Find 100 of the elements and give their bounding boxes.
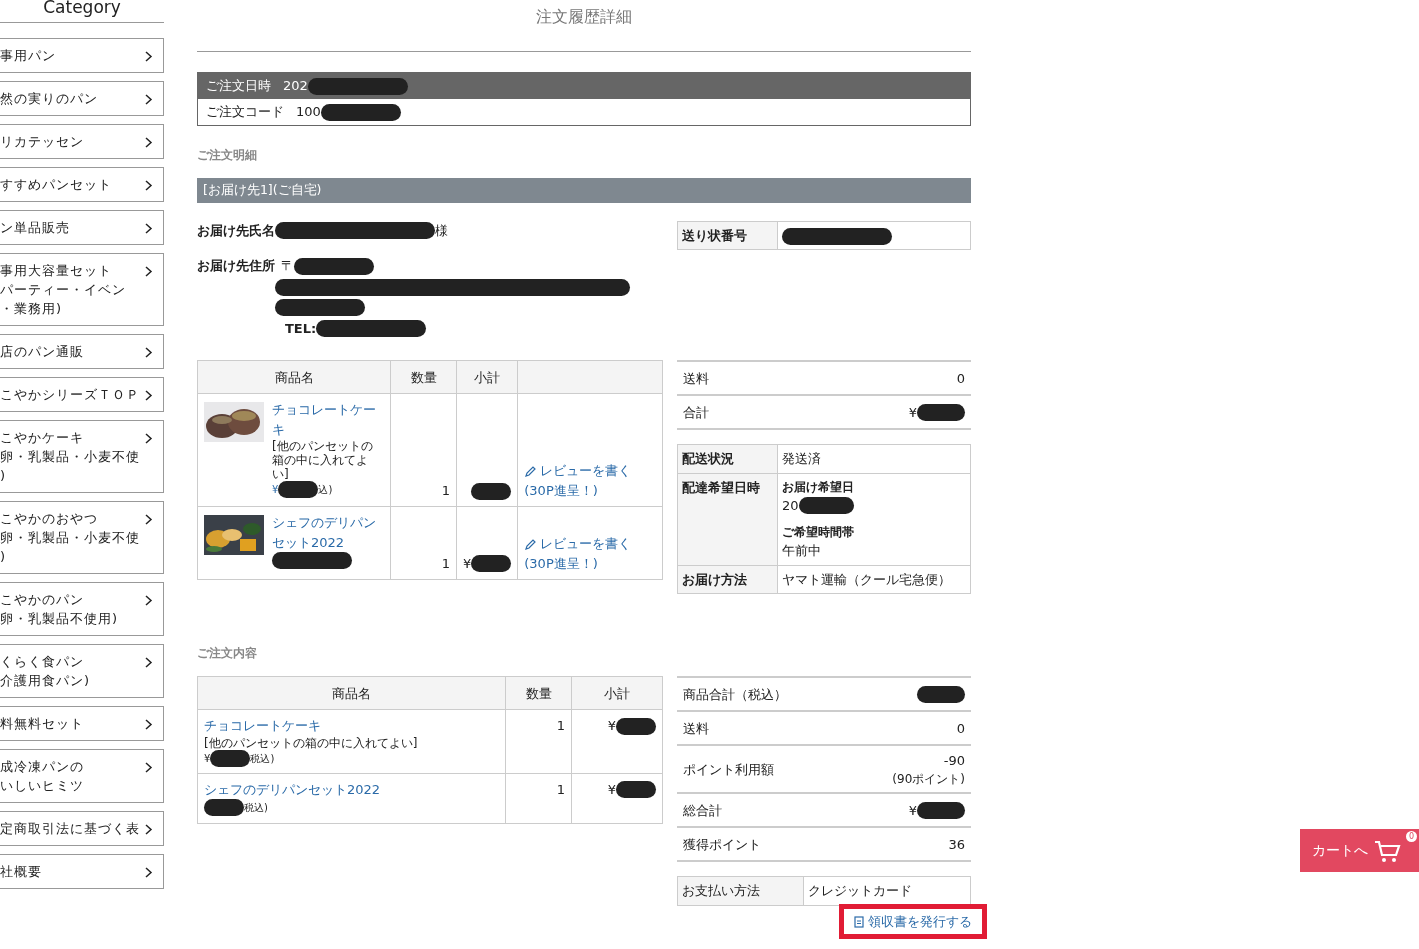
summary-label: 送料 [683,369,709,388]
field-label: お届け方法 [677,565,778,594]
sidebar-item[interactable]: こやかシリーズＴＯＰ [0,377,164,412]
summary-label: 商品合計（税込） [683,685,787,704]
summary-label: 総合計 [683,801,722,820]
price-text: 込) [318,483,333,498]
chevron-icon [144,347,153,358]
order-info-label: ご注文コード [206,103,284,122]
quantity-text: 1 [441,482,450,498]
chevron-icon [144,180,153,191]
field-label: 配送状況 [677,444,778,474]
product-note: [他のパンセットの箱の中に入れてよい] [272,439,374,482]
section-heading: ご注文明細 [197,147,258,164]
field-value: クレジットカード [803,876,971,906]
chevron-icon [144,719,153,730]
summary-value: 36 [948,835,965,854]
order-info-label: ご注文日時 [206,77,271,96]
chevron-icon [144,94,153,105]
sidebar-item[interactable]: こやかケーキ 卵・乳製品・小麦不使 ) [0,420,164,493]
chevron-icon [144,824,153,835]
summary-label: 送料 [683,719,709,738]
field-value: 発送済 [777,444,971,474]
field-value: ヤマト運輸（クール宅急便） [777,565,971,594]
chevron-icon [144,657,153,668]
pencil-icon [524,538,537,551]
summary-subvalue: (90ポイント) [892,771,965,788]
field-label: お届け先氏名 [197,221,275,240]
redaction-mark [471,555,512,572]
column-header: 商品名 [197,676,506,710]
destination-bar: [お届け先1](ご自宅) [197,178,971,203]
page-title: 注文履歴詳細 [197,0,971,52]
chevron-icon [144,51,153,62]
sidebar-item[interactable]: 成冷凍パンの いしいヒミツ [0,749,164,803]
sidebar-item[interactable]: 社概要 [0,854,164,889]
column-header: 小計 [456,360,518,394]
field-label: お届け先住所 [197,257,275,276]
chevron-icon [144,867,153,878]
field-caption: お届け希望日 [782,478,855,496]
quantity-text: 1 [441,555,450,571]
column-header: 数量 [390,360,457,394]
field-value: 午前中 [782,542,821,561]
field-label: お支払い方法 [677,876,804,906]
sidebar-item[interactable]: 事用大容量セット パーティー・イベン ・業務用) [0,253,164,326]
field-label: 送り状番号 [677,221,778,250]
sidebar-item[interactable]: 事用パン [0,38,164,73]
sidebar-item[interactable]: 料無料セット [0,706,164,741]
column-header: 商品名 [197,360,391,394]
cart-icon [1374,838,1401,863]
document-icon [853,916,864,929]
chevron-icon [144,390,153,401]
summary-label: ポイント利用額 [683,760,774,779]
sidebar-title: Category [0,0,164,23]
chevron-icon [144,595,153,606]
redaction-mark [471,483,512,501]
product-link[interactable]: チョコレートケーキ [204,716,500,736]
field-caption: ご希望時間帯 [782,524,855,542]
product-note: [他のパンセットの箱の中に入れてよい] [204,735,419,750]
quantity-text: 1 [556,781,566,797]
sidebar-item[interactable]: 然の実りのパン [0,81,164,116]
chevron-icon [144,433,153,444]
summary-value: -90 [943,751,965,770]
summary-value: 0 [956,369,965,388]
redaction-mark [204,799,244,817]
price-text: ¥ [204,751,211,766]
column-header: 数量 [505,676,572,710]
cart-button[interactable]: カートへ 0 [1300,829,1419,872]
product-link[interactable]: シェフのデリパンセット2022 [204,779,500,800]
sidebar-item[interactable]: こやかのおやつ 卵・乳製品・小麦不使 ) [0,501,164,574]
redaction-mark [278,481,319,499]
summary-label: 獲得ポイント [683,835,761,854]
redaction-mark [616,717,656,735]
subtotal-text: ¥ [607,717,616,736]
summary-label: 合計 [683,403,709,422]
chevron-icon [144,137,153,148]
order-info-value: 100 [296,102,401,122]
order-info-value: 202 [283,76,408,96]
sidebar-item[interactable]: すすめパンセット [0,167,164,202]
address-text: 〒 [281,257,294,276]
redaction-mark [210,749,251,767]
chevron-icon [144,223,153,234]
sidebar-item[interactable]: リカテッセン [0,124,164,159]
sidebar-item[interactable]: こやかのパン 卵・乳製品不使用) [0,582,164,636]
sidebar-item[interactable]: くらく食パン 介護用食パン) [0,644,164,698]
chevron-icon [144,762,153,773]
subtotal-text: ¥ [607,780,616,799]
summary-value: ¥ [908,403,917,422]
chevron-icon [144,266,153,277]
section-heading: ご注文内容 [197,645,258,663]
field-value: 20 [782,496,799,515]
price-text: ¥ [272,483,279,498]
sidebar-item[interactable]: ン単品販売 [0,210,164,245]
count-badge: 0 [1406,831,1417,842]
product-link[interactable]: チョコレートケーキ [272,400,384,440]
price-text: 税込) [250,751,275,766]
summary-value: 0 [956,719,965,738]
redaction-mark [616,781,656,798]
receipt-button[interactable]: 領収書を発行する [853,911,972,932]
price-text: 税込) [244,801,268,816]
sidebar-item[interactable]: 店のパン通販 [0,334,164,369]
sidebar-item[interactable]: 定商取引法に基づく表 [0,811,164,846]
